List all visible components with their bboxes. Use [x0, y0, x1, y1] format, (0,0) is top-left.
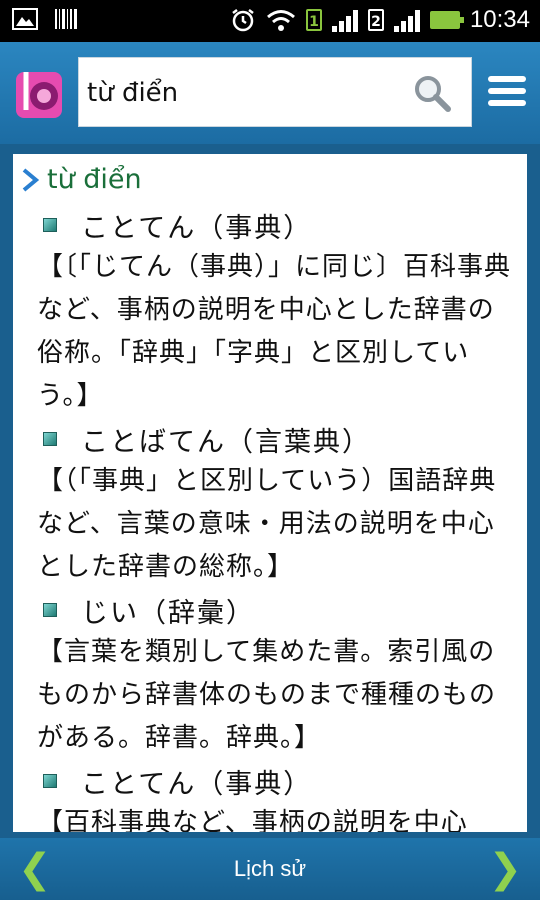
list-item: ことてん（事典） 【〔「じてん（事典）」に同じ〕百科事典など、事柄の説明を中心と…: [13, 204, 527, 418]
headword-text: じい（辞彙）: [81, 597, 255, 629]
barcode-notification-icon: [55, 9, 77, 29]
search-input[interactable]: [85, 68, 399, 118]
headword-text: ことてん（事典）: [81, 768, 313, 800]
query-text: từ điển: [47, 164, 142, 195]
list-item: ことばてん（言葉典） 【（「事典」と区別していう）国語辞典など、言葉の意味・用法…: [13, 418, 527, 589]
entry-definition: 【百科事典など、事柄の説明を中心: [37, 808, 468, 832]
signal-sim2-icon: [393, 8, 420, 32]
dictionary-result-panel[interactable]: từ điển ことてん（事典） 【〔「じてん（事典）」に同じ〕百科事典など、事…: [13, 154, 527, 832]
entry-definition: 【（「事典」と区別していう）国語辞典など、言葉の意味・用法の説明を中心とした辞書…: [37, 466, 497, 582]
entry-headword: ことてん（事典）: [13, 204, 527, 246]
signal-sim1-icon: [331, 8, 358, 32]
alarm-icon: [232, 9, 254, 32]
app-logo-icon: [16, 72, 62, 118]
battery-charging-icon: [429, 11, 464, 29]
gallery-notification-icon: [12, 8, 38, 30]
status-bar: 1 2 10:34: [0, 0, 540, 42]
headword-text: ことてん（事典）: [81, 212, 313, 244]
entry-definition: 【〔「じてん（事典）」に同じ〕百科事典など、事柄の説明を中心とした辞書の俗称。「…: [37, 252, 512, 411]
status-time: 10:34: [469, 6, 530, 33]
bullet-icon: [43, 218, 57, 232]
bottom-nav-bar: ❮ Lịch sử ❯: [0, 838, 540, 900]
status-right: 1 2 10:34: [230, 6, 530, 34]
entry-headword: じい（辞彙）: [13, 589, 527, 631]
entry-headword: ことばてん（言葉典）: [13, 418, 527, 460]
sim1-badge: 1: [305, 9, 322, 31]
next-button[interactable]: ❯: [488, 846, 522, 892]
search-box[interactable]: [78, 57, 472, 127]
list-item: じい（辞彙） 【言葉を類別して集めた書。索引風のものから辞書体のものまで種種のも…: [13, 589, 527, 760]
history-button[interactable]: Lịch sử: [0, 856, 540, 882]
entry-list: ことてん（事典） 【〔「じてん（事典）」に同じ〕百科事典など、事柄の説明を中心と…: [13, 204, 527, 833]
app-header: [0, 42, 540, 144]
chevron-right-icon: [22, 167, 39, 192]
entry-definition: 【言葉を類別して集めた書。索引風のものから辞書体のものまで種種のものがある。辞書…: [37, 637, 497, 753]
query-heading: từ điển: [21, 164, 142, 195]
wifi-icon: [266, 10, 295, 31]
search-icon[interactable]: [413, 74, 451, 112]
entry-headword: ことてん（事典）: [13, 760, 527, 802]
bullet-icon: [43, 603, 57, 617]
headword-text: ことばてん（言葉典）: [81, 426, 371, 458]
menu-icon[interactable]: [488, 76, 526, 110]
list-item: ことてん（事典） 【百科事典など、事柄の説明を中心: [13, 760, 527, 833]
status-left: [12, 8, 78, 30]
sim2-badge: 2: [367, 9, 384, 31]
bullet-icon: [43, 774, 57, 788]
bullet-icon: [43, 432, 57, 446]
